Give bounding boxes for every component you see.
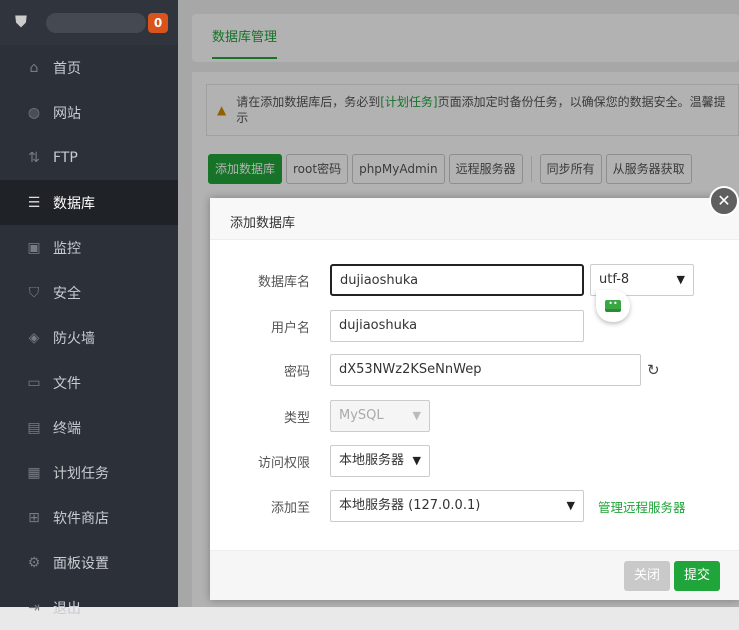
sidebar-item-label: 监控 <box>53 240 81 257</box>
home-icon: ⌂ <box>29 59 39 76</box>
type-label: 类型 <box>283 410 310 426</box>
type-select: MySQL ▼ <box>330 400 430 432</box>
notification-badge[interactable]: 0 <box>148 12 168 33</box>
firewall-icon: ◈ <box>28 329 40 346</box>
username-label: 用户名 <box>270 320 310 336</box>
logout-icon: ⇥ <box>28 599 40 616</box>
addto-label: 添加至 <box>270 500 310 516</box>
password-input[interactable]: dX53NWz2KSeNnWep <box>330 354 641 386</box>
dialog-title: 添加数据库 <box>210 198 739 240</box>
logo-bar: ⛊ 0 <box>0 0 178 45</box>
username-input[interactable]: dujiaoshuka <box>330 310 584 342</box>
chevron-down-icon: ▼ <box>676 273 685 286</box>
shield-icon: ⛉ <box>28 284 40 301</box>
sidebar-item-label: 文件 <box>53 375 81 392</box>
sidebar-item-label: 退出 <box>53 600 81 617</box>
dbname-label: 数据库名 <box>257 274 310 290</box>
sidebar-item[interactable]: ▣ 监控 <box>0 225 178 270</box>
sidebar-item-label: 终端 <box>53 420 81 437</box>
submit-button[interactable]: 提交 <box>674 561 721 591</box>
terminal-icon: ▤ <box>27 419 41 436</box>
apps-icon: ⊞ <box>28 509 40 526</box>
access-select[interactable]: 本地服务器 ▼ <box>330 445 430 477</box>
ftp-icon: ⇅ <box>28 149 40 166</box>
close-button[interactable]: 关闭 <box>624 561 671 591</box>
sidebar-item-label: 首页 <box>53 60 81 77</box>
sidebar-item[interactable]: ⛉ 安全 <box>0 270 178 315</box>
sidebar-item-label: 面板设置 <box>53 555 109 572</box>
chevron-down-icon: ▼ <box>566 499 575 512</box>
sidebar-item-label: 计划任务 <box>53 465 109 482</box>
sidebar-item[interactable]: ☰ 数据库 <box>0 180 178 225</box>
globe-icon: ◍ <box>27 104 41 121</box>
addto-select[interactable]: 本地服务器 (127.0.0.1) ▼ <box>330 490 584 522</box>
password-label: 密码 <box>283 364 310 380</box>
gear-icon: ⚙ <box>27 554 41 571</box>
manage-remote-link[interactable]: 管理远程服务器 <box>598 497 686 516</box>
dbname-input[interactable]: dujiaoshuka <box>330 264 584 296</box>
refresh-icon[interactable]: ↻ <box>647 361 660 379</box>
sidebar-item-label: 软件商店 <box>53 510 109 527</box>
calendar-icon: ▦ <box>27 464 41 481</box>
sidebar-item-label: 防火墙 <box>53 330 95 347</box>
sidebar-item[interactable]: ⇥ 退出 <box>0 585 178 630</box>
chevron-down-icon: ▼ <box>412 454 421 467</box>
password-manager-icon[interactable]: •• <box>596 290 630 322</box>
sidebar-item-label: FTP <box>53 149 78 166</box>
sidebar-item[interactable]: ▦ 计划任务 <box>0 450 178 495</box>
folder-icon: ▭ <box>27 374 41 391</box>
sidebar-item[interactable]: ⊞ 软件商店 <box>0 495 178 540</box>
sidebar-item[interactable]: ⚙ 面板设置 <box>0 540 178 585</box>
sidebar-nav: ⌂ 首页 ◍ 网站 ⇅ FTP ☰ 数据库 ▣ 监控 ⛉ 安全 ◈ 防火墙 ▭ 文件 ▤ 终端 ▦ 计划任务 ⊞ 软件商店… <box>0 45 178 630</box>
add-database-dialog: 添加数据库 ✕ 数据库名 dujiaoshuka utf-8 ▼ •• 用户名 d… <box>210 186 739 600</box>
sidebar-item[interactable]: ⌂ 首页 <box>0 45 178 90</box>
access-label: 访问权限 <box>257 455 310 471</box>
sidebar-item[interactable]: ⇅ FTP <box>0 135 178 180</box>
server-name-blurred <box>46 12 146 33</box>
database-icon: ☰ <box>27 194 41 211</box>
sidebar-item-label: 安全 <box>53 285 81 302</box>
sidebar: ⛊ 0 ⌂ 首页 ◍ 网站 ⇅ FTP ☰ 数据库 ▣ 监控 ⛉ 安全 ◈ 防火墙 ▭ 文件 ▤ 终端 ▦ 计划任务 ⊞… <box>0 0 178 617</box>
close-icon[interactable]: ✕ <box>709 186 739 216</box>
logo-icon: ⛊ <box>14 11 27 31</box>
chevron-down-icon: ▼ <box>412 409 421 422</box>
monitor-icon: ▣ <box>27 239 41 256</box>
sidebar-item[interactable]: ▭ 文件 <box>0 360 178 405</box>
sidebar-item-label: 数据库 <box>53 195 95 212</box>
sidebar-item-label: 网站 <box>53 105 81 122</box>
sidebar-item[interactable]: ◍ 网站 <box>0 90 178 135</box>
sidebar-item[interactable]: ◈ 防火墙 <box>0 315 178 360</box>
dialog-footer: 关闭 提交 <box>210 550 739 600</box>
sidebar-item[interactable]: ▤ 终端 <box>0 405 178 450</box>
